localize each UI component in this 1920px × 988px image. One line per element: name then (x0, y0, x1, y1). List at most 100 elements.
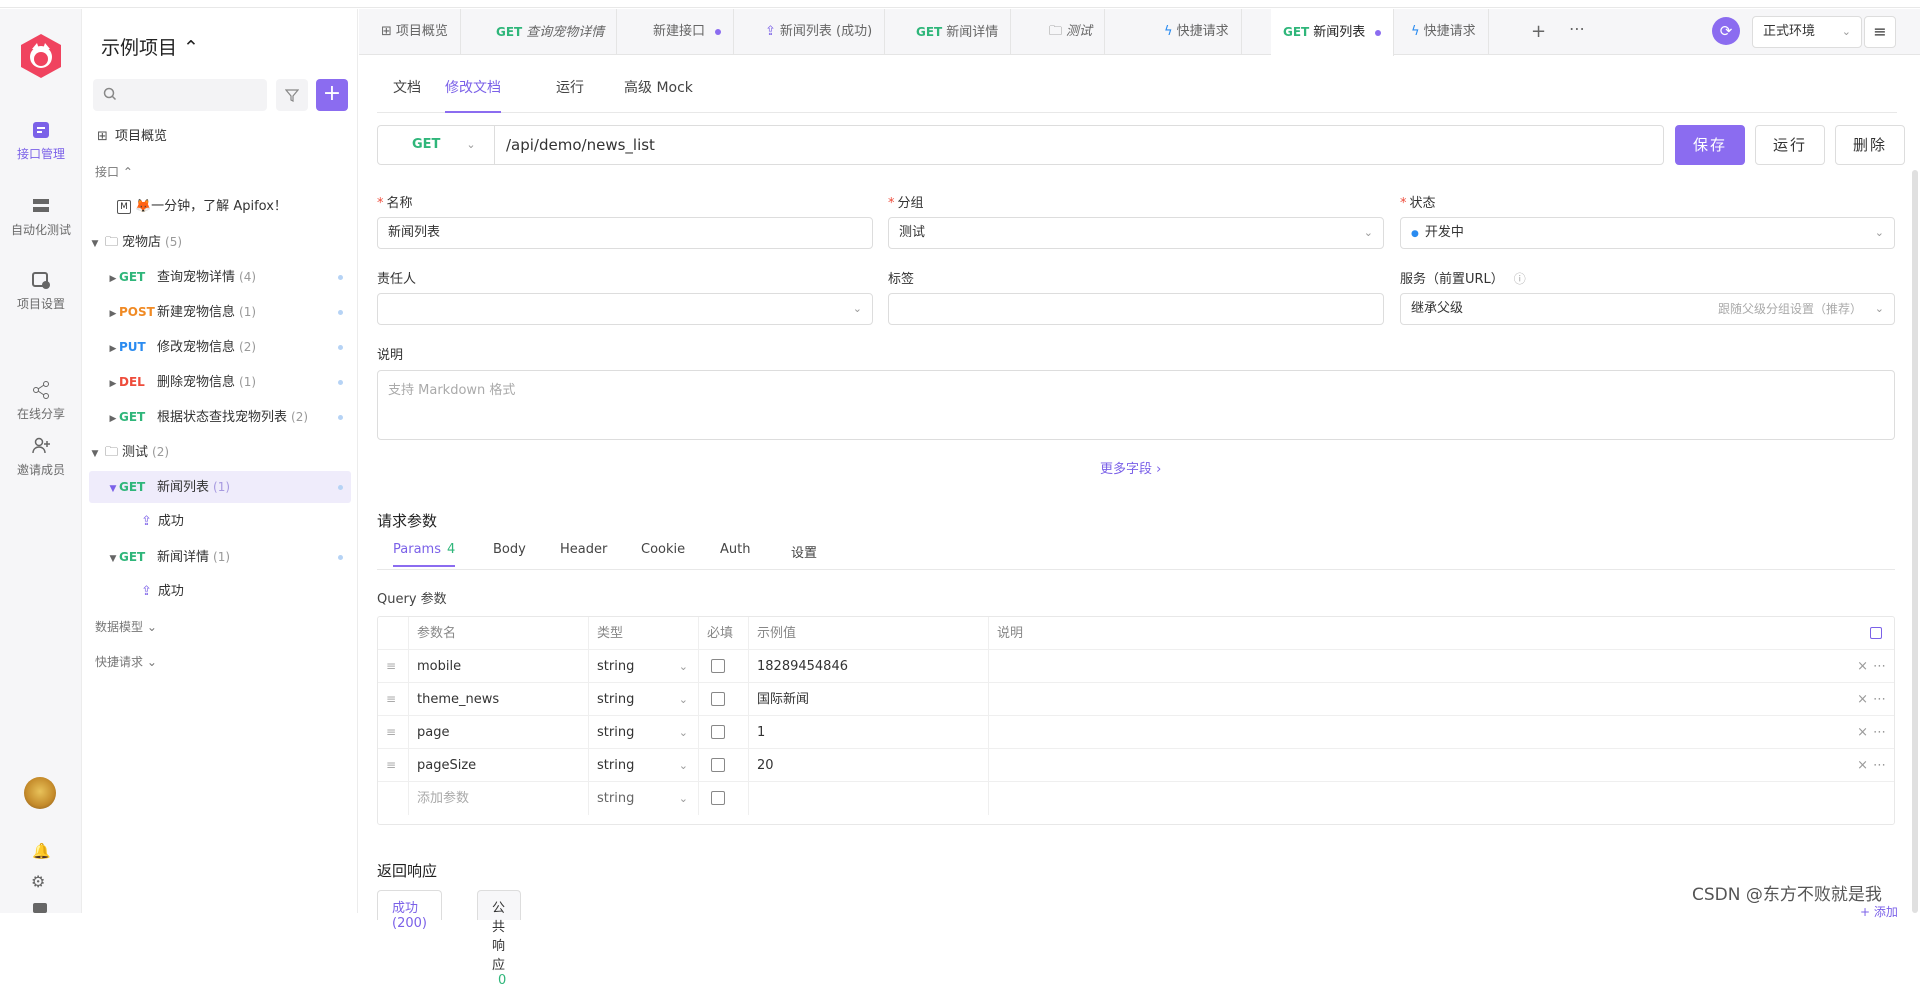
subtab-edit-doc[interactable]: 修改文档 (445, 77, 501, 113)
name-field[interactable]: 新闻列表 (377, 217, 873, 249)
param-type[interactable]: string ⌄ (588, 683, 698, 716)
tree-folder-pets[interactable]: ▼ 🗀 宠物店 (5) (89, 226, 351, 258)
tree-quick-request[interactable]: 快捷请求 ⌄ (89, 646, 351, 678)
param-example[interactable]: 1 (748, 716, 988, 749)
row-more-icon[interactable]: ⋯ (1873, 650, 1886, 683)
ptab-body[interactable]: Body (493, 542, 526, 557)
menu-button[interactable]: ≡ (1864, 16, 1896, 48)
row-more-icon[interactable]: ⋯ (1873, 716, 1886, 749)
tab-test-folder[interactable]: 🗀 测试 (1037, 9, 1106, 55)
environment-select[interactable]: 正式环境 ⌄ (1752, 16, 1862, 48)
response-tab-success[interactable]: 成功 (200) (377, 890, 442, 931)
rail-project-settings[interactable]: 项目设置 (0, 269, 82, 312)
ptab-settings[interactable]: 设置 (791, 542, 817, 561)
drag-handle-icon[interactable]: ≡ (386, 726, 399, 739)
param-desc[interactable] (988, 716, 1894, 749)
tree-item-pet-post[interactable]: ▶ POST 新建宠物信息 (1) (89, 296, 351, 328)
help-icon[interactable]: ⓘ (1514, 272, 1526, 286)
tab-quick-request-2[interactable]: ϟ 快捷请求 (1399, 9, 1489, 55)
param-type[interactable]: string ⌄ (588, 650, 698, 683)
param-desc[interactable] (988, 749, 1894, 782)
param-name[interactable]: pageSize (408, 749, 588, 782)
tree-item-pet-get[interactable]: ▶ GET 查询宠物详情 (4) (89, 261, 351, 293)
tab-news-list-active[interactable]: GET 新闻列表 (1271, 9, 1395, 56)
search-input[interactable] (93, 79, 267, 111)
user-avatar[interactable] (24, 777, 56, 809)
ptab-cookie[interactable]: Cookie (641, 542, 685, 557)
add-button[interactable]: + (316, 79, 348, 111)
param-required[interactable] (698, 782, 748, 815)
tab-overview[interactable]: ⊞ 项目概览 (369, 9, 461, 55)
tree-api-section[interactable]: 接口 ⌃ (89, 156, 351, 188)
tree-item-pet-del[interactable]: ▶ DEL 删除宠物信息 (1) (89, 366, 351, 398)
bulk-edit-icon[interactable] (1870, 627, 1882, 639)
tree-data-model[interactable]: 数据模型 ⌄ (89, 611, 351, 643)
tab-pet-detail[interactable]: GET 查询宠物详情 (484, 9, 618, 55)
rail-invite[interactable]: 邀请成员 (0, 435, 82, 478)
filter-button[interactable] (276, 79, 308, 111)
param-name[interactable]: page (408, 716, 588, 749)
subtab-run[interactable]: 运行 (556, 77, 584, 97)
tree-welcome-doc[interactable]: M 🦊一分钟，了解 Apifox！ (89, 191, 351, 223)
param-desc[interactable] (988, 650, 1894, 683)
save-button[interactable]: 保存 (1675, 125, 1745, 165)
tree-item-pet-find[interactable]: ▶ GET 根据状态查找宠物列表 (2) (89, 401, 351, 433)
bell-icon[interactable]: 🔔 (32, 842, 51, 860)
drag-handle-icon[interactable]: ≡ (386, 693, 399, 706)
rail-automation[interactable]: 自动化测试 (0, 195, 82, 238)
service-select[interactable]: 继承父级 跟随父级分组设置（推荐） ⌄ (1400, 293, 1895, 325)
subtab-doc[interactable]: 文档 (393, 77, 421, 97)
add-tab-icon[interactable]: + (1531, 21, 1546, 42)
tree-item-pet-put[interactable]: ▶ PUT 修改宠物信息 (2) (89, 331, 351, 363)
param-example[interactable]: 18289454846 (748, 650, 988, 683)
run-button[interactable]: 运行 (1755, 125, 1825, 165)
url-path-input[interactable]: /api/demo/news_list (506, 126, 655, 164)
sync-icon[interactable]: ⟳ (1712, 17, 1740, 45)
ptab-auth[interactable]: Auth (720, 542, 750, 557)
tab-news-detail[interactable]: GET 新闻详情 (904, 9, 1012, 55)
tree-folder-test[interactable]: ▼ 🗀 测试 (2) (89, 436, 351, 468)
gear-icon[interactable]: ⚙ (31, 872, 45, 891)
param-desc[interactable] (988, 782, 1894, 815)
more-fields-link[interactable]: 更多字段 › (1100, 458, 1161, 477)
param-type[interactable]: string ⌄ (588, 782, 698, 815)
status-select[interactable]: ● 开发中 ⌄ (1400, 217, 1895, 249)
remove-row-icon[interactable]: × (1857, 716, 1868, 749)
project-title[interactable]: 示例项目 ⌃ (101, 33, 199, 60)
tree-item-news-detail-success[interactable]: ⇪ 成功 (89, 576, 351, 608)
ptab-params[interactable]: Params 4 (393, 542, 456, 567)
group-select[interactable]: 测试 ⌄ (888, 217, 1384, 249)
response-tab-common[interactable]: 公共响应0 (477, 890, 522, 988)
param-required[interactable] (698, 683, 748, 716)
tree-item-news-detail[interactable]: ▼ GET 新闻详情 (1) (89, 541, 351, 573)
param-required[interactable] (698, 749, 748, 782)
more-icon[interactable] (33, 903, 47, 913)
tab-news-list-success[interactable]: ⇪ 新闻列表 (成功) (753, 9, 886, 55)
row-more-icon[interactable]: ⋯ (1873, 749, 1886, 782)
tag-input[interactable] (888, 293, 1384, 325)
drag-handle-icon[interactable]: ≡ (386, 660, 399, 673)
add-response-link[interactable]: + 添加 (1860, 903, 1898, 920)
delete-button[interactable]: 删除 (1835, 125, 1905, 165)
ptab-header[interactable]: Header (560, 542, 607, 557)
tree-item-news-list[interactable]: ▼ GET 新闻列表 (1) (89, 471, 351, 503)
remove-row-icon[interactable]: × (1857, 749, 1868, 782)
owner-select[interactable]: ⌄ (377, 293, 873, 325)
param-type[interactable]: string ⌄ (588, 749, 698, 782)
scrollbar[interactable] (1912, 170, 1918, 913)
description-textarea[interactable]: 支持 Markdown 格式 (377, 370, 1895, 440)
more-tabs-icon[interactable]: ⋯ (1569, 19, 1585, 38)
tab-new-api[interactable]: 新建接口 (641, 9, 735, 55)
rail-share[interactable]: 在线分享 (0, 379, 82, 422)
tree-overview[interactable]: ⊞ 项目概览 (89, 121, 351, 153)
add-param-input[interactable]: 添加参数 (408, 782, 588, 815)
param-desc[interactable] (988, 683, 1894, 716)
param-example[interactable]: 国际新闻 (748, 683, 988, 716)
param-name[interactable]: theme_news (408, 683, 588, 716)
drag-handle-icon[interactable]: ≡ (386, 759, 399, 772)
param-example[interactable]: 20 (748, 749, 988, 782)
row-more-icon[interactable]: ⋯ (1873, 683, 1886, 716)
subtab-advanced-mock[interactable]: 高级 Mock (624, 77, 693, 97)
remove-row-icon[interactable]: × (1857, 650, 1868, 683)
param-example[interactable] (748, 782, 988, 815)
